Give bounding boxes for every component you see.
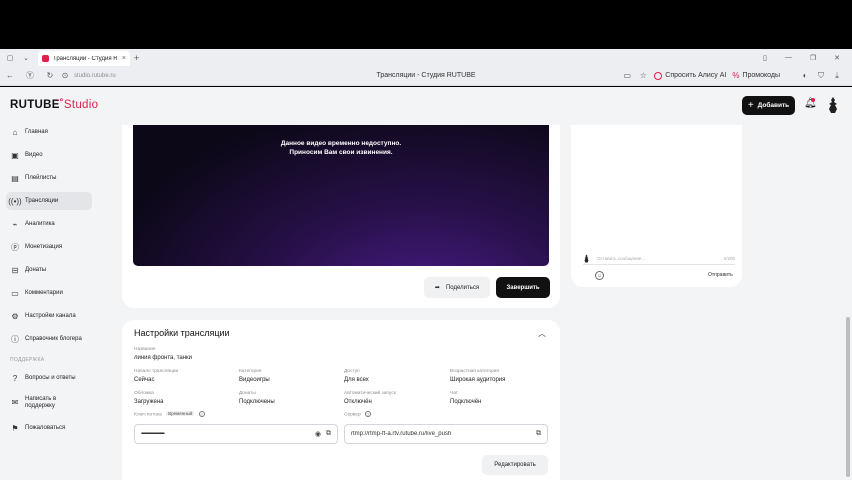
video-unavailable-message: Данное видео временно недоступно. Принос… <box>280 140 402 157</box>
yandex-icon[interactable]: Ⓨ <box>20 70 40 81</box>
field-autostart: Автоматический запуск Отключён <box>344 391 396 405</box>
studio-app: RUTUBE˚Studio + Добавить 🔔︎ ⌂ Главная ▣ … <box>0 87 852 480</box>
copy-icon[interactable]: ⧉ <box>326 430 331 438</box>
bookmark-window-icon[interactable]: ▯ <box>763 54 767 62</box>
help-icon[interactable]: ? <box>364 411 371 417</box>
download-icon[interactable]: ⤓ <box>832 71 842 81</box>
lock-icon: ⊙ <box>61 71 69 80</box>
temporary-badge: Временный <box>166 411 195 417</box>
sidebar: ⌂ Главная ▣ Видео ▤ Плейлисты ((•)) Тран… <box>6 123 92 442</box>
analytics-icon: ⌁ <box>12 219 18 229</box>
avatar[interactable] <box>826 96 840 114</box>
share-button[interactable]: ➦ Поделиться <box>424 277 490 298</box>
mail-icon: ✉︎ <box>11 398 19 407</box>
home-icon: ⌂ <box>12 127 18 137</box>
server-field[interactable]: rtmp://rtmp-ft-a.rtv.rutube.ru/live_push… <box>344 424 548 444</box>
sidebar-item-complain[interactable]: ⚑ Пожаловаться <box>6 419 92 437</box>
alisa-button[interactable]: Спросить Алису AI <box>654 71 726 80</box>
field-donates: Донаты Подключены <box>239 391 275 405</box>
broadcast-icon: ((•)) <box>8 196 22 206</box>
chevron-up-icon[interactable]: ︿ <box>538 328 546 339</box>
promo-button[interactable]: % Промокоды <box>732 71 780 80</box>
sidebar-item-home[interactable]: ⌂ Главная <box>6 123 92 141</box>
chat-placeholder: Оставить сообщение... <box>597 256 646 261</box>
rutube-studio-logo[interactable]: RUTUBE˚Studio <box>10 99 98 111</box>
sidebar-item-donates[interactable]: ⊟ Донаты <box>6 261 92 279</box>
sidebar-item-broadcasts[interactable]: ((•)) Трансляции <box>6 192 92 210</box>
help-icon[interactable]: ? <box>198 411 205 417</box>
sidebar-item-comments[interactable]: ▭ Комментарии <box>6 284 92 302</box>
sidebar-item-analytics[interactable]: ⌁ Аналитика <box>6 215 92 233</box>
url-input[interactable]: studio.rutube.ru <box>74 73 116 79</box>
field-cover: Обложка Загружена <box>134 391 164 405</box>
monetization-icon: ⓟ <box>11 242 19 252</box>
playlist-icon: ▤ <box>11 173 19 183</box>
tab-title: Трансляции - Студия R <box>53 55 118 62</box>
tabs-menu-icon[interactable]: ▢ <box>4 52 16 64</box>
reload-icon[interactable]: ↻ <box>40 71 60 80</box>
sidebar-item-write-support[interactable]: ✉︎ Написать в поддержку <box>6 392 92 414</box>
sidebar-item-blogger-guide[interactable]: ⓘ Справочник блогера <box>6 330 92 348</box>
flag-icon: ⚑ <box>11 423 19 433</box>
rutube-favicon-icon <box>42 55 49 62</box>
video-player[interactable]: Данное видео временно недоступно. Принос… <box>133 125 549 266</box>
sidebar-item-playlists[interactable]: ▤ Плейлисты <box>6 169 92 187</box>
minimize-icon[interactable]: — <box>785 54 792 62</box>
field-category: Категория Видеоигры <box>239 369 270 383</box>
video-icon: ▣ <box>11 150 19 160</box>
support-section-title: ПОДДЕРЖКА <box>10 357 45 363</box>
chat-counter: 0/200 <box>723 256 735 261</box>
notification-dot <box>811 98 815 102</box>
video-card: Данное видео временно недоступно. Принос… <box>122 125 560 308</box>
shield-icon[interactable]: ⛉ <box>816 71 826 81</box>
plus-icon: + <box>747 100 754 111</box>
add-button[interactable]: + Добавить <box>742 96 795 115</box>
stream-key-label: Ключ потока Временный ? <box>134 411 205 418</box>
new-tab-icon[interactable]: + <box>134 53 139 63</box>
screen-top-bar <box>0 0 852 49</box>
browser-address-bar: ← Ⓨ ↻ ⊙ studio.rutube.ru Трансляции - Ст… <box>0 66 852 86</box>
chat-input[interactable]: Оставить сообщение... 0/200 <box>583 253 735 265</box>
share-icon: ➦ <box>434 285 440 291</box>
edit-button[interactable]: Редактировать <box>482 455 548 475</box>
field-start: Начало трансляции Сейчас <box>134 369 179 383</box>
close-tab-icon[interactable]: × <box>122 55 126 62</box>
settings-title: Настройки трансляции <box>134 328 230 338</box>
sidebar-item-channel-settings[interactable]: ⚙︎ Настройки канала <box>6 307 92 325</box>
question-icon: ? <box>12 373 18 383</box>
reader-icon[interactable]: ▭ <box>622 71 632 80</box>
protect-icon[interactable]: ◐ <box>800 71 810 80</box>
stream-key-field[interactable]: ••••••••••••••••••••••••••••••••••••••••… <box>134 424 338 444</box>
eye-icon[interactable]: ◉ <box>315 430 321 438</box>
chevron-down-icon[interactable]: ⌄ <box>20 52 32 64</box>
bookmark-icon[interactable]: ☆ <box>638 71 648 80</box>
finish-button[interactable]: Завершить <box>496 277 550 298</box>
page-scrollbar[interactable] <box>846 317 850 477</box>
alisa-icon <box>654 71 663 80</box>
sidebar-item-video[interactable]: ▣ Видео <box>6 146 92 164</box>
field-chat: Чат Подключён <box>450 391 482 405</box>
info-icon: ⓘ <box>11 334 19 344</box>
browser-tab[interactable]: Трансляции - Студия R × <box>38 51 130 66</box>
settings-icon: ⚙︎ <box>11 311 19 321</box>
close-window-icon[interactable]: ✕ <box>834 54 840 62</box>
chat-panel: Оставить сообщение... 0/200 ☺ Отправить <box>571 125 742 287</box>
sidebar-item-faq[interactable]: ? Вопросы и ответы <box>6 369 92 387</box>
field-access: Доступ Для всех <box>344 369 369 383</box>
sidebar-item-monetization[interactable]: ⓟ Монетизация <box>6 238 92 256</box>
donate-icon: ⊟ <box>11 265 19 275</box>
broadcast-settings-card: Настройки трансляции ︿ Название линия фр… <box>122 320 560 480</box>
emoji-icon[interactable]: ☺ <box>595 271 604 280</box>
copy-icon[interactable]: ⧉ <box>536 430 541 438</box>
back-icon[interactable]: ← <box>0 71 20 80</box>
chat-avatar <box>584 254 589 263</box>
server-label: Сервер ? <box>344 411 371 418</box>
send-button[interactable]: Отправить <box>708 272 733 278</box>
field-age: Возрастная категория Широкая аудитория <box>450 369 506 383</box>
restore-icon[interactable]: ❐ <box>810 54 816 62</box>
browser-tab-strip: ▢ ⌄ Трансляции - Студия R × + ▯ — ❐ ✕ <box>0 49 852 66</box>
percent-icon: % <box>732 71 740 80</box>
comments-icon: ▭ <box>11 288 19 298</box>
field-name: Название линия фронта, танки <box>134 347 193 361</box>
